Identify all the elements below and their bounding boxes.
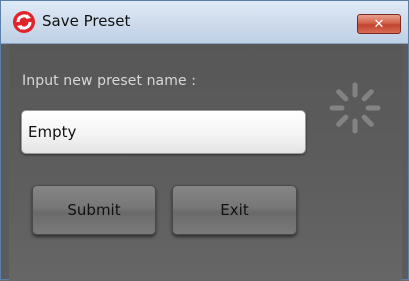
window-title: Save Preset — [42, 12, 131, 30]
title-bar: Save Preset ✕ — [1, 1, 408, 44]
submit-button[interactable]: Submit — [32, 185, 156, 235]
preset-name-label: Input new preset name : — [22, 73, 197, 89]
save-preset-window: Save Preset ✕ Input new preset name : Su… — [0, 0, 409, 281]
submit-button-label: Submit — [67, 201, 121, 219]
dialog-body: Input new preset name : Submit Exit — [9, 44, 402, 281]
loading-spinner-icon — [329, 82, 381, 134]
close-button[interactable]: ✕ — [357, 14, 401, 34]
preset-name-input[interactable] — [21, 110, 306, 154]
app-logo-icon — [13, 11, 35, 33]
exit-button[interactable]: Exit — [172, 185, 297, 235]
exit-button-label: Exit — [220, 201, 249, 219]
close-icon: ✕ — [373, 16, 385, 32]
